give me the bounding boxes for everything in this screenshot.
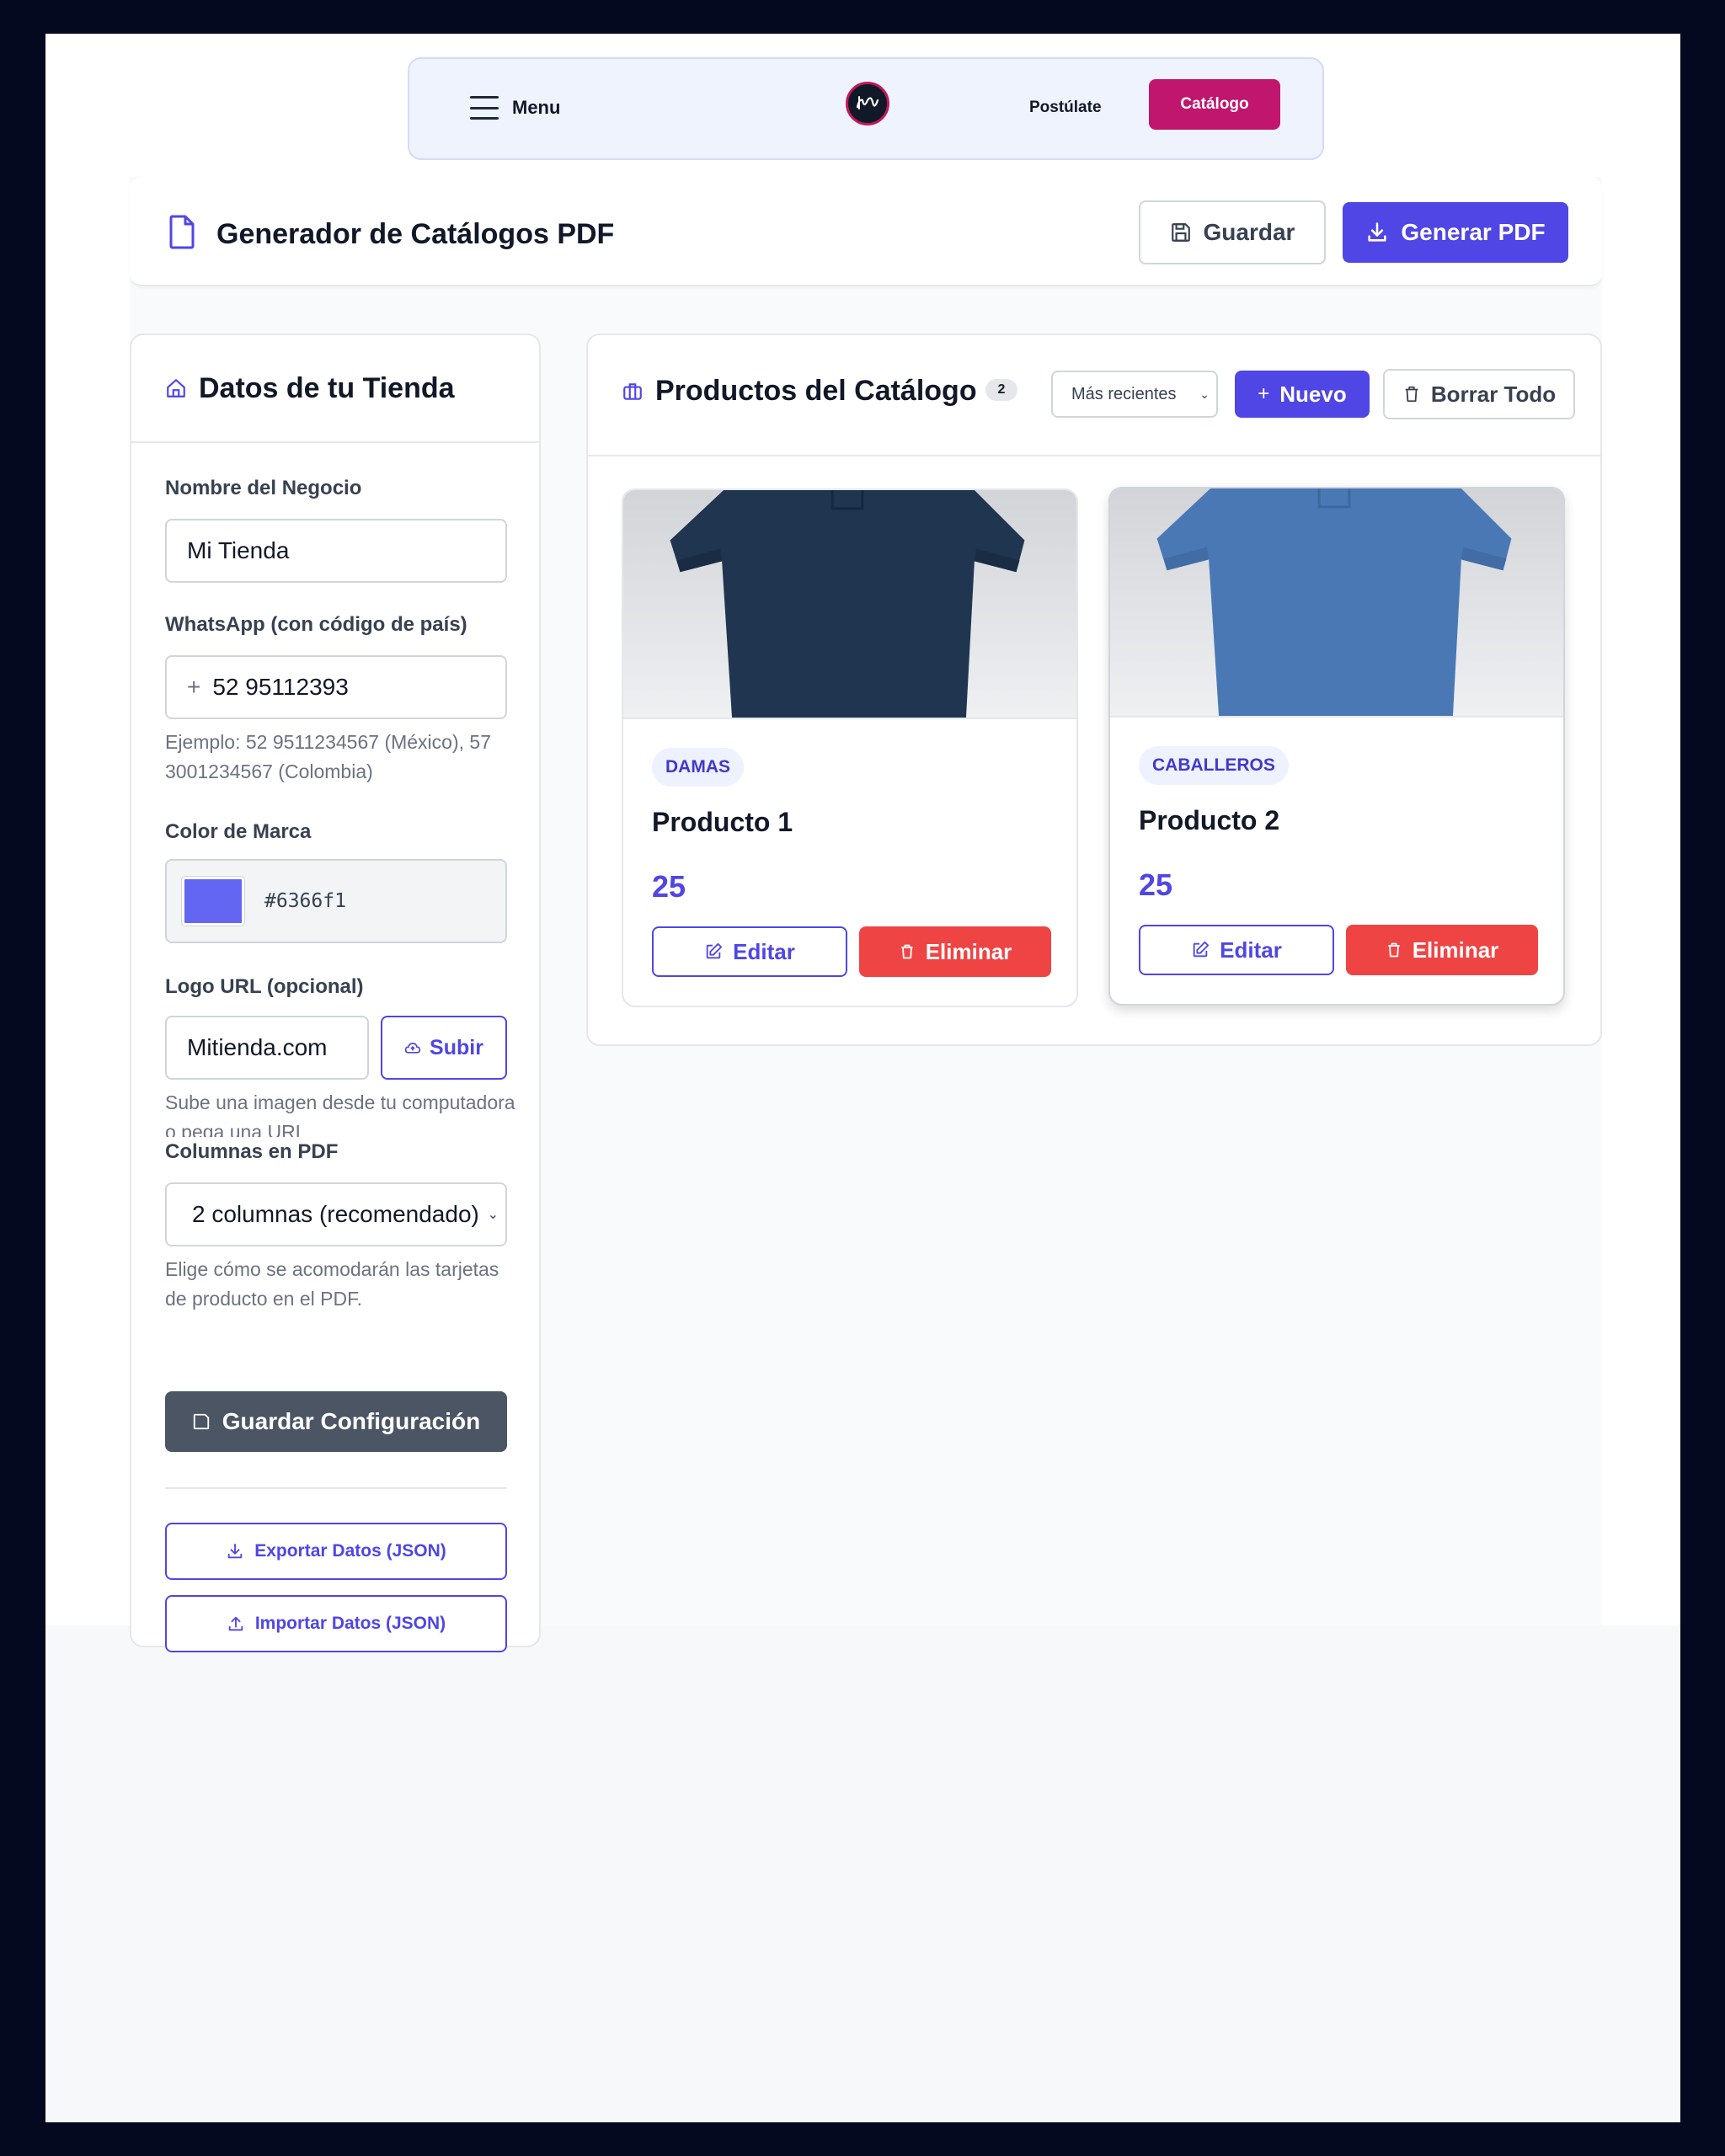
delete-label: Eliminar bbox=[1412, 937, 1499, 963]
sort-select-value: Más recientes bbox=[1071, 384, 1177, 403]
import-json-label: Importar Datos (JSON) bbox=[254, 1614, 446, 1633]
generate-pdf-label: Generar PDF bbox=[1401, 219, 1546, 245]
import-json-button[interactable]: Importar Datos (JSON) bbox=[165, 1595, 507, 1652]
whatsapp-input[interactable]: + 52 95112393 bbox=[165, 655, 507, 719]
products-panel-header: Productos del Catálogo 2 Más recientes ⌄… bbox=[588, 335, 1600, 456]
save-button[interactable]: Guardar bbox=[1139, 200, 1326, 264]
whatsapp-prefix: + bbox=[187, 674, 201, 700]
new-product-button[interactable]: + Nuevo bbox=[1235, 371, 1370, 418]
store-settings-panel: Datos de tu Tienda Nombre del Negocio Mi… bbox=[130, 334, 541, 1652]
logo-url-input[interactable]: Mitienda.com bbox=[165, 1016, 369, 1080]
upload-icon bbox=[228, 1616, 243, 1631]
trash-icon bbox=[1388, 942, 1400, 958]
logo-mark-icon bbox=[856, 96, 879, 109]
trash-icon bbox=[901, 944, 913, 959]
save-config-label: Guardar Configuración bbox=[222, 1408, 481, 1434]
export-json-button[interactable]: Exportar Datos (JSON) bbox=[165, 1523, 507, 1580]
chevron-down-icon: ⌄ bbox=[1199, 387, 1210, 401]
catalog-products-panel: Productos del Catálogo 2 Más recientes ⌄… bbox=[586, 334, 1602, 1046]
edit-label: Editar bbox=[1220, 937, 1282, 963]
edit-icon bbox=[1193, 941, 1210, 958]
top-navbar: Menu Postúlate Catálogo bbox=[408, 57, 1324, 160]
document-icon bbox=[169, 215, 195, 249]
home-icon bbox=[167, 379, 185, 398]
menu-label[interactable]: Menu bbox=[512, 96, 560, 120]
save-config-button[interactable]: Guardar Configuración bbox=[165, 1391, 507, 1452]
download-icon bbox=[227, 1543, 243, 1559]
briefcase-icon bbox=[623, 383, 642, 400]
edit-icon bbox=[706, 942, 723, 959]
plus-icon: + bbox=[1258, 382, 1270, 405]
floppy-disk-icon bbox=[1171, 223, 1190, 242]
product-price: 25 bbox=[1139, 867, 1173, 902]
page-title: Generador de Catálogos PDF bbox=[216, 218, 615, 250]
shirt-image bbox=[670, 490, 1025, 718]
section-divider bbox=[165, 1487, 507, 1489]
sort-select[interactable]: Más recientes ⌄ bbox=[1051, 371, 1218, 418]
business-name-label: Nombre del Negocio bbox=[165, 477, 362, 499]
product-card[interactable]: CABALLEROS Producto 2 25 Editar Eliminar bbox=[1108, 487, 1565, 1006]
cloud-upload-icon bbox=[404, 1043, 421, 1054]
shirt-image bbox=[1156, 488, 1512, 716]
app-window: Menu Postúlate Catálogo Generador de Cat… bbox=[45, 34, 1680, 2122]
delete-product-button[interactable]: Eliminar bbox=[859, 926, 1051, 977]
product-image bbox=[1110, 488, 1563, 718]
products-panel-title: Productos del Catálogo bbox=[655, 375, 977, 407]
category-badge: CABALLEROS bbox=[1139, 746, 1289, 785]
whatsapp-hint: Ejemplo: 52 9511234567 (México), 57 3001… bbox=[165, 731, 491, 782]
whatsapp-value: 52 95112393 bbox=[212, 674, 349, 700]
category-badge: DAMAS bbox=[652, 748, 744, 787]
product-name: Producto 2 bbox=[1139, 805, 1280, 835]
brand-color-picker[interactable]: #6366f1 bbox=[165, 859, 507, 943]
clear-all-label: Borrar Todo bbox=[1430, 381, 1557, 407]
nav-link-postulate[interactable]: Postúlate bbox=[1029, 96, 1102, 120]
pdf-columns-value: 2 columnas (recomendado) bbox=[192, 1201, 479, 1227]
chevron-down-icon: ⌄ bbox=[487, 1208, 499, 1222]
product-card[interactable]: DAMAS Producto 1 25 Editar Eliminar bbox=[622, 488, 1078, 1007]
export-json-label: Exportar Datos (JSON) bbox=[254, 1541, 446, 1561]
product-count-badge: 2 bbox=[985, 379, 1017, 401]
trash-icon bbox=[1405, 386, 1418, 403]
store-panel-header: Datos de tu Tienda bbox=[131, 335, 539, 443]
edit-product-button[interactable]: Editar bbox=[1139, 925, 1334, 975]
edit-product-button[interactable]: Editar bbox=[652, 926, 847, 977]
brand-logo[interactable] bbox=[846, 82, 889, 125]
save-button-label: Guardar bbox=[1203, 219, 1295, 245]
logo-url-label: Logo URL (opcional) bbox=[165, 975, 364, 998]
hamburger-menu-icon[interactable] bbox=[470, 96, 499, 120]
page-header: Generador de Catálogos PDF Guardar Gener… bbox=[130, 177, 1602, 286]
new-product-label: Nuevo bbox=[1279, 381, 1347, 407]
pdf-columns-select[interactable]: 2 columnas (recomendado) ⌄ bbox=[165, 1182, 507, 1246]
product-price: 25 bbox=[652, 869, 686, 904]
product-name: Producto 1 bbox=[652, 807, 793, 837]
clear-all-button[interactable]: Borrar Todo bbox=[1383, 369, 1575, 419]
floppy-disk-icon bbox=[193, 1413, 209, 1430]
product-image bbox=[623, 490, 1076, 719]
color-swatch[interactable] bbox=[181, 876, 245, 926]
generate-pdf-button[interactable]: Generar PDF bbox=[1343, 202, 1568, 263]
store-panel-title: Datos de tu Tienda bbox=[199, 371, 455, 404]
upload-button-label: Subir bbox=[430, 1035, 483, 1059]
delete-product-button[interactable]: Eliminar bbox=[1346, 925, 1538, 975]
business-name-input[interactable]: Mi Tienda bbox=[165, 519, 507, 583]
logo-hint: Sube una imagen desde tu computadora o p… bbox=[165, 1091, 515, 1137]
pdf-columns-label: Columnas en PDF bbox=[165, 1140, 339, 1163]
color-hex-value: #6366f1 bbox=[264, 890, 346, 912]
nav-link-catalogo[interactable]: Catálogo bbox=[1149, 79, 1280, 130]
whatsapp-label: WhatsApp (con código de país) bbox=[165, 613, 467, 636]
brand-color-label: Color de Marca bbox=[165, 820, 312, 843]
download-icon bbox=[1368, 222, 1387, 242]
delete-label: Eliminar bbox=[925, 938, 1012, 964]
upload-button[interactable]: Subir bbox=[381, 1016, 507, 1080]
edit-label: Editar bbox=[733, 938, 795, 964]
page-background-lower bbox=[45, 1625, 1680, 2122]
pdf-columns-hint: Elige cómo se acomodarán las tarjetas de… bbox=[165, 1258, 499, 1310]
